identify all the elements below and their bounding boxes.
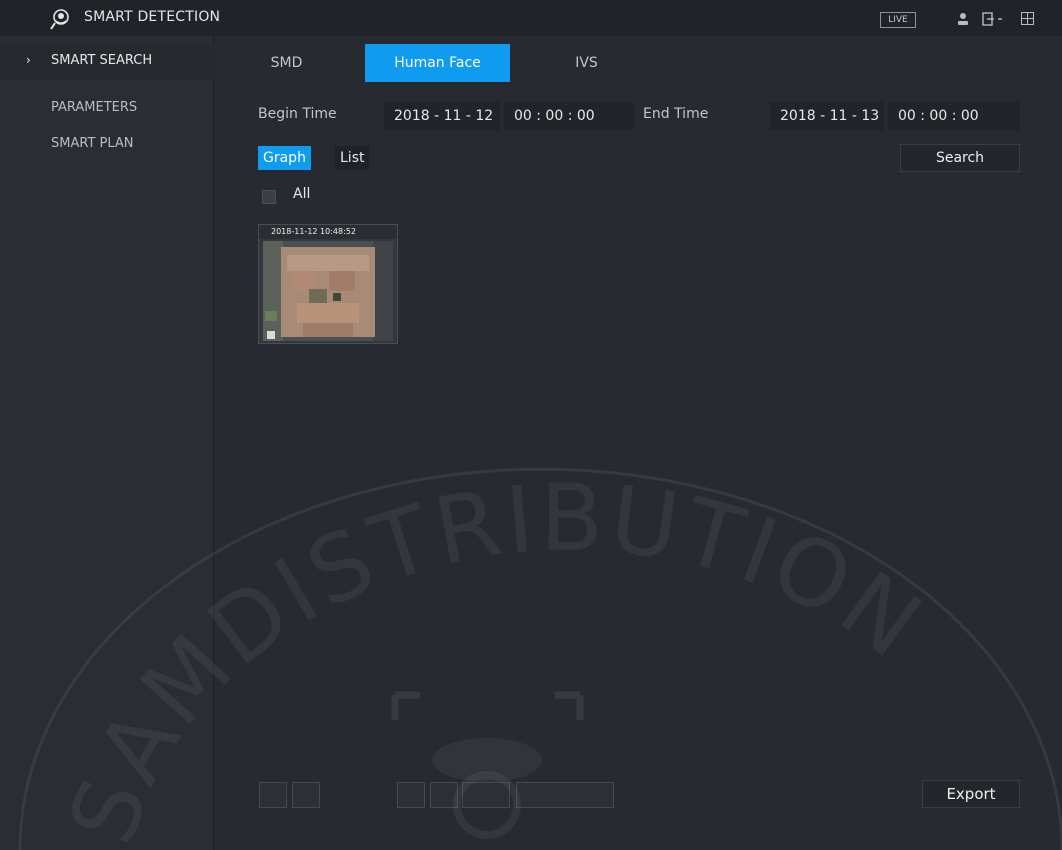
end-time-field[interactable]: 00 : 00 : 00 [888,102,1020,130]
end-time-label: End Time [643,106,709,122]
begin-time-field[interactable]: 00 : 00 : 00 [504,102,634,130]
sidebar-item-smart-search[interactable]: › SMART SEARCH [0,44,214,80]
face-result-thumbnail[interactable]: 2018-11-12 10:48:52 [258,224,398,344]
exit-icon[interactable] [982,12,1004,26]
chevron-right-icon: › [26,53,31,67]
tab-human-face[interactable]: Human Face [365,44,510,82]
tab-ivs[interactable]: IVS [514,44,659,82]
begin-date-field[interactable]: 2018 - 11 - 12 [384,102,500,130]
select-all-label: All [293,186,311,202]
tab-smd[interactable]: SMD [214,44,359,82]
next-page-button[interactable] [397,782,425,808]
page-number-input[interactable] [462,782,510,808]
previous-page-button[interactable] [292,782,320,808]
select-all-checkbox[interactable] [262,190,276,204]
last-page-button[interactable] [430,782,458,808]
user-icon[interactable] [957,12,969,26]
live-button[interactable]: LIVE [880,12,916,28]
sidebar-item-label: SMART SEARCH [51,53,153,68]
sidebar-item-label: SMART PLAN [51,136,134,151]
end-date-field[interactable]: 2018 - 11 - 13 [770,102,884,130]
app-window: SMART DETECTION LIVE › SMART SEARCH PARA… [0,0,1062,850]
search-button[interactable]: Search [900,144,1020,172]
export-button[interactable]: Export [922,780,1020,808]
app-title: SMART DETECTION [84,9,221,25]
graph-view-toggle[interactable]: Graph [258,146,311,170]
begin-time-label: Begin Time [258,106,337,122]
grid-icon[interactable] [1021,12,1034,25]
sidebar-item-label: PARAMETERS [51,100,138,115]
thumbnail-timestamp: 2018-11-12 10:48:52 [259,225,397,239]
sidebar-item-parameters[interactable]: PARAMETERS [0,91,214,127]
title-bar: SMART DETECTION LIVE [0,0,1062,36]
smart-detection-logo-icon [50,9,69,30]
first-page-button[interactable] [259,782,287,808]
pixelated-face-image [263,241,393,341]
list-view-toggle[interactable]: List [335,146,370,170]
tab-bar: SMD Human Face IVS [214,44,1062,82]
sidebar: › SMART SEARCH PARAMETERS SMART PLAN [0,36,214,850]
sidebar-item-smart-plan[interactable]: SMART PLAN [0,127,214,163]
jump-page-button[interactable] [516,782,614,808]
